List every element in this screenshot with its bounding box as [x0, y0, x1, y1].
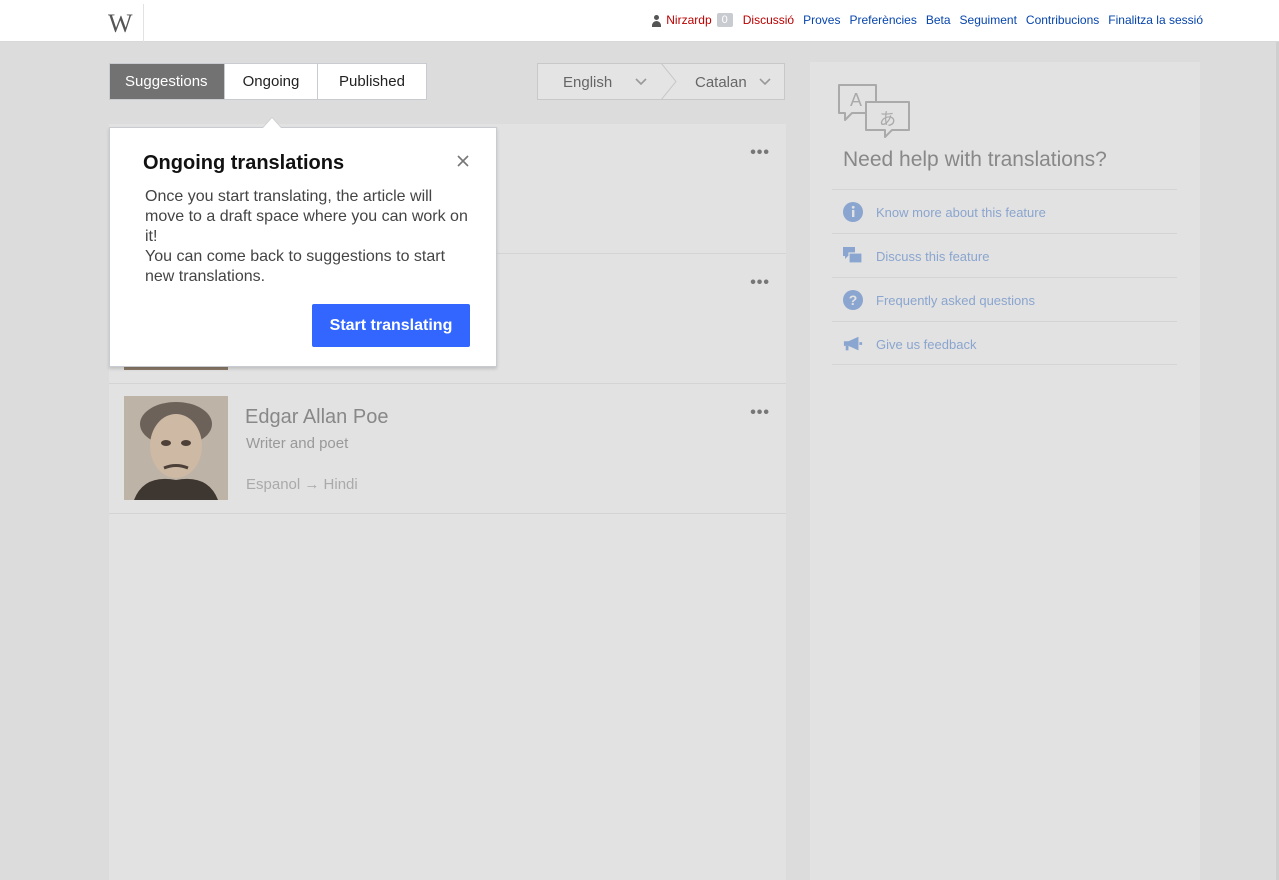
help-link-label[interactable]: Give us feedback — [876, 337, 976, 352]
help-item-discuss[interactable]: Discuss this feature — [832, 233, 1177, 277]
article-title[interactable]: Edgar Allan Poe — [245, 406, 388, 429]
top-bar: W Nirzardp 0 Discussió Proves Preferènci… — [0, 0, 1279, 42]
megaphone-icon — [843, 336, 863, 351]
more-options-icon[interactable]: ••• — [750, 144, 770, 162]
chevron-down-icon[interactable] — [634, 72, 648, 90]
language-selector: English Catalan — [537, 63, 785, 100]
svg-text:あ: あ — [879, 110, 896, 130]
username-link[interactable]: Nirzardp — [666, 13, 711, 27]
discussion-icon — [843, 247, 863, 264]
list-item[interactable]: ••• Edgar Allan Poe Writer and poet Espa… — [109, 384, 786, 514]
help-links: Know more about this feature Discuss thi… — [832, 189, 1177, 365]
popup-caret — [262, 117, 282, 128]
help-link-label[interactable]: Know more about this feature — [876, 205, 1046, 220]
target-language-select[interactable]: Catalan — [695, 74, 747, 91]
more-options-icon[interactable]: ••• — [750, 274, 770, 292]
more-options-icon[interactable]: ••• — [750, 404, 770, 422]
help-link-label[interactable]: Frequently asked questions — [876, 293, 1035, 308]
help-item-know-more[interactable]: Know more about this feature — [832, 189, 1177, 233]
popup-title: Ongoing translations — [143, 152, 345, 174]
help-icon: ? — [843, 290, 863, 310]
beta-link[interactable]: Beta — [926, 13, 951, 27]
chevron-down-icon[interactable] — [758, 72, 772, 90]
article-thumbnail — [124, 396, 228, 500]
help-sidebar: A あ Need help with translations? Know mo… — [810, 62, 1200, 880]
close-icon[interactable] — [455, 153, 471, 169]
source-language-select[interactable]: English — [563, 74, 612, 91]
svg-text:A: A — [850, 90, 862, 110]
portrait-image — [124, 396, 228, 500]
preferences-link[interactable]: Preferències — [849, 13, 916, 27]
logout-link[interactable]: Finalitza la sessió — [1108, 13, 1203, 27]
tab-published[interactable]: Published — [318, 64, 426, 99]
tab-suggestions[interactable]: Suggestions — [110, 64, 225, 99]
tab-ongoing[interactable]: Ongoing — [225, 64, 318, 99]
personal-tools: Nirzardp 0 Discussió Proves Preferències… — [651, 13, 1203, 27]
start-translating-button[interactable]: Start translating — [312, 304, 470, 347]
contributions-link[interactable]: Contribucions — [1026, 13, 1099, 27]
arrow-right-separator-icon — [660, 63, 677, 100]
popup-paragraph: You can come back to suggestions to star… — [145, 248, 446, 285]
popup-paragraph: Once you start translating, the article … — [145, 188, 468, 245]
info-icon — [843, 202, 863, 222]
help-item-faq[interactable]: ? Frequently asked questions — [832, 277, 1177, 321]
help-title: Need help with translations? — [843, 148, 1107, 171]
filter-tabs: Suggestions Ongoing Published — [109, 63, 427, 100]
svg-text:?: ? — [849, 292, 858, 308]
article-language-pair: Espanol → Hindi — [246, 476, 358, 493]
translation-icon: A あ — [838, 84, 910, 138]
help-link-label[interactable]: Discuss this feature — [876, 249, 989, 264]
article-description: Writer and poet — [246, 435, 349, 452]
watchlist-link[interactable]: Seguiment — [960, 13, 1017, 27]
ongoing-translations-popup: Ongoing translations Once you start tran… — [109, 117, 497, 367]
wikipedia-logo[interactable]: W — [108, 9, 133, 39]
notifications-badge[interactable]: 0 — [716, 13, 733, 27]
talk-link[interactable]: Discussió — [743, 13, 794, 27]
logo-divider — [143, 4, 144, 42]
sandbox-link[interactable]: Proves — [803, 13, 840, 27]
help-item-feedback[interactable]: Give us feedback — [832, 321, 1177, 365]
user-icon — [651, 14, 662, 27]
